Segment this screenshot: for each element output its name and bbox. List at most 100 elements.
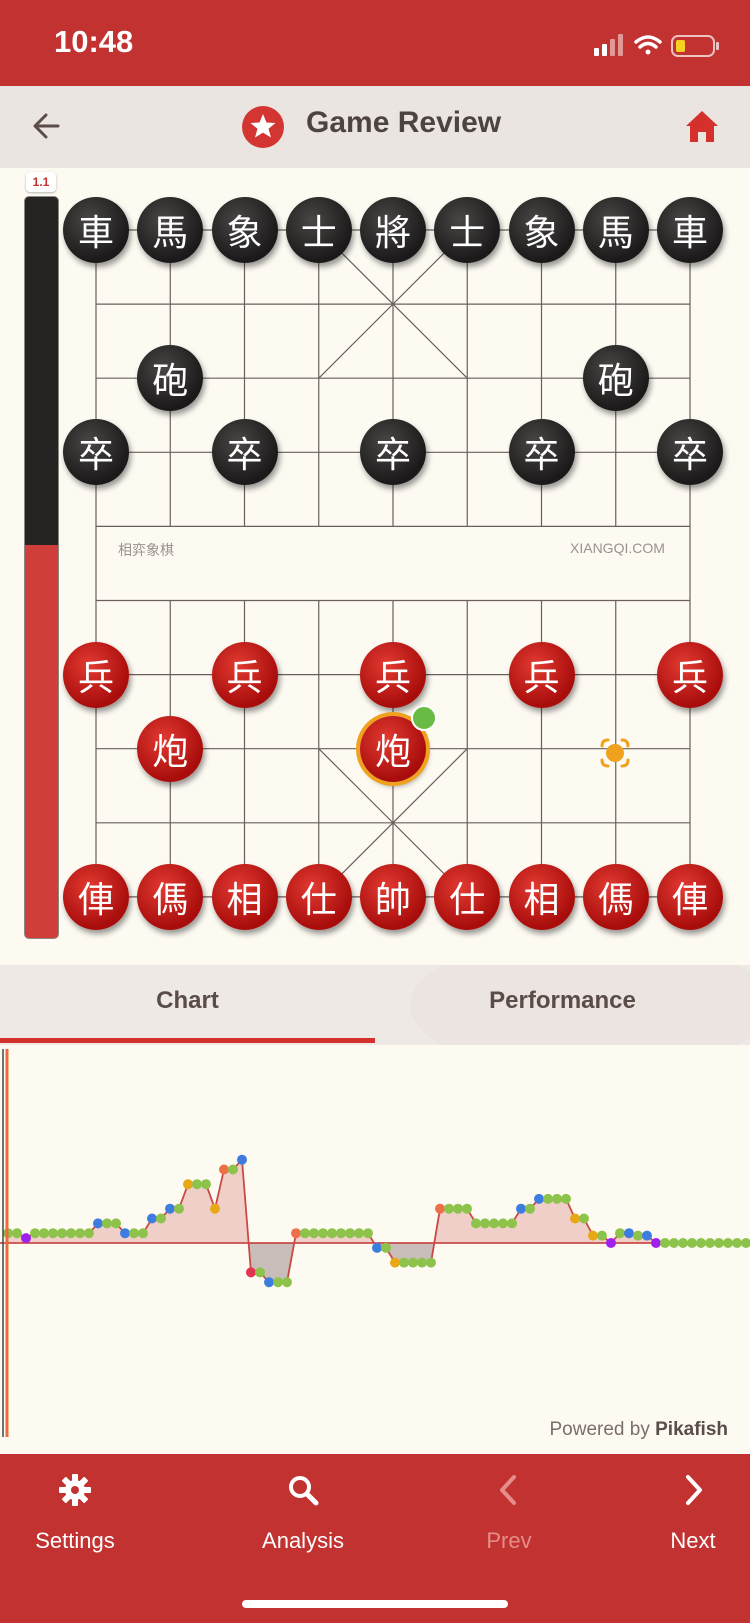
tab-chart[interactable]: Chart bbox=[0, 965, 375, 1045]
black-piece[interactable]: 士 bbox=[434, 197, 501, 263]
move-point bbox=[399, 1257, 409, 1268]
move-point bbox=[444, 1203, 454, 1214]
move-point bbox=[552, 1193, 562, 1204]
settings-button[interactable]: Settings bbox=[0, 1468, 150, 1554]
move-point bbox=[345, 1228, 355, 1239]
move-point bbox=[165, 1203, 175, 1214]
arrow-left-icon bbox=[33, 113, 60, 139]
red-piece[interactable]: 兵 bbox=[657, 641, 723, 708]
river-label-left: 相弈象棋 bbox=[118, 542, 174, 558]
move-point bbox=[336, 1228, 346, 1239]
black-piece[interactable]: 車 bbox=[657, 197, 723, 263]
move-point bbox=[228, 1164, 238, 1175]
powered-by-prefix: Powered by bbox=[549, 1419, 650, 1440]
red-piece[interactable]: 兵 bbox=[211, 641, 278, 708]
move-point bbox=[498, 1218, 508, 1229]
move-point bbox=[669, 1238, 679, 1248]
move-point bbox=[561, 1193, 571, 1204]
move-point bbox=[381, 1242, 391, 1253]
move-point bbox=[471, 1218, 481, 1229]
move-point bbox=[309, 1228, 319, 1239]
move-target-icon[interactable] bbox=[598, 736, 632, 770]
move-point bbox=[318, 1228, 328, 1239]
next-label: Next bbox=[670, 1528, 716, 1553]
move-point bbox=[390, 1257, 400, 1268]
black-piece[interactable]: 馬 bbox=[582, 197, 649, 263]
tab-performance[interactable]: Performance bbox=[375, 965, 750, 1045]
move-point bbox=[615, 1228, 625, 1239]
move-point bbox=[606, 1238, 616, 1248]
move-point bbox=[255, 1267, 265, 1278]
chevron-right-icon bbox=[686, 1475, 702, 1505]
move-point bbox=[300, 1228, 310, 1239]
app-header: Game Review bbox=[0, 86, 750, 168]
move-point bbox=[642, 1230, 652, 1241]
move-point bbox=[129, 1228, 139, 1239]
black-piece[interactable]: 卒 bbox=[657, 419, 723, 486]
red-piece[interactable]: 俥 bbox=[63, 863, 129, 930]
move-point bbox=[201, 1179, 211, 1190]
black-piece[interactable]: 象 bbox=[508, 197, 575, 263]
bottom-nav: Settings Analysis Prev Next bbox=[0, 1454, 750, 1623]
red-piece[interactable]: 兵 bbox=[360, 641, 426, 708]
search-icon bbox=[289, 1476, 319, 1506]
red-piece[interactable]: 傌 bbox=[137, 863, 204, 930]
move-point bbox=[480, 1218, 490, 1229]
move-point bbox=[264, 1277, 274, 1288]
black-piece[interactable]: 砲 bbox=[137, 345, 204, 412]
settings-label: Settings bbox=[35, 1528, 115, 1553]
move-point bbox=[111, 1218, 121, 1229]
best-move-star-icon bbox=[411, 704, 437, 731]
red-piece[interactable]: 帥 bbox=[360, 863, 426, 930]
move-point bbox=[138, 1228, 148, 1239]
home-indicator bbox=[242, 1600, 508, 1608]
powered-by-label: Powered by Pikafish bbox=[550, 1419, 729, 1441]
home-button[interactable] bbox=[682, 106, 722, 146]
move-point bbox=[84, 1228, 94, 1239]
evaluation-chart[interactable]: Powered by Pikafish bbox=[0, 1045, 750, 1455]
move-point bbox=[48, 1228, 58, 1239]
black-piece[interactable]: 卒 bbox=[211, 419, 278, 486]
move-point bbox=[651, 1238, 661, 1248]
move-point bbox=[570, 1213, 580, 1224]
red-piece[interactable]: 俥 bbox=[657, 863, 723, 930]
black-piece[interactable]: 砲 bbox=[582, 345, 649, 412]
black-piece[interactable]: 卒 bbox=[63, 419, 129, 486]
move-point bbox=[282, 1277, 292, 1288]
red-piece[interactable]: 仕 bbox=[285, 863, 352, 930]
red-piece[interactable]: 相 bbox=[211, 863, 278, 930]
move-point bbox=[507, 1218, 517, 1229]
red-piece[interactable]: 傌 bbox=[582, 863, 649, 930]
prev-button[interactable]: Prev bbox=[434, 1468, 584, 1554]
battery-icon bbox=[671, 35, 719, 57]
status-bar: 10:48 bbox=[0, 0, 750, 86]
red-piece[interactable]: 兵 bbox=[63, 641, 129, 708]
prev-label: Prev bbox=[486, 1528, 532, 1553]
move-point bbox=[417, 1257, 427, 1268]
move-point bbox=[426, 1257, 436, 1268]
black-piece[interactable]: 卒 bbox=[360, 419, 426, 486]
black-piece[interactable]: 象 bbox=[211, 197, 278, 263]
analysis-button[interactable]: Analysis bbox=[228, 1468, 378, 1554]
home-icon bbox=[686, 111, 718, 142]
red-piece[interactable]: 兵 bbox=[508, 641, 575, 708]
move-point bbox=[183, 1179, 193, 1190]
gear-icon bbox=[59, 1474, 91, 1506]
analysis-label: Analysis bbox=[262, 1528, 344, 1553]
back-button[interactable] bbox=[28, 106, 68, 146]
red-piece[interactable]: 相 bbox=[508, 863, 575, 930]
black-piece[interactable]: 車 bbox=[63, 197, 129, 263]
black-piece[interactable]: 卒 bbox=[508, 419, 575, 486]
next-button[interactable]: Next bbox=[618, 1468, 750, 1554]
move-point bbox=[21, 1233, 31, 1244]
black-piece[interactable]: 馬 bbox=[137, 197, 204, 263]
black-piece[interactable]: 將 bbox=[360, 197, 426, 263]
black-piece[interactable]: 士 bbox=[285, 197, 352, 263]
move-point bbox=[534, 1193, 544, 1204]
move-point bbox=[723, 1238, 733, 1248]
red-piece[interactable]: 仕 bbox=[434, 863, 501, 930]
status-icons bbox=[592, 30, 722, 60]
move-point bbox=[291, 1228, 301, 1239]
red-piece[interactable]: 炮 bbox=[137, 715, 204, 782]
page-title: Game Review bbox=[306, 106, 502, 139]
